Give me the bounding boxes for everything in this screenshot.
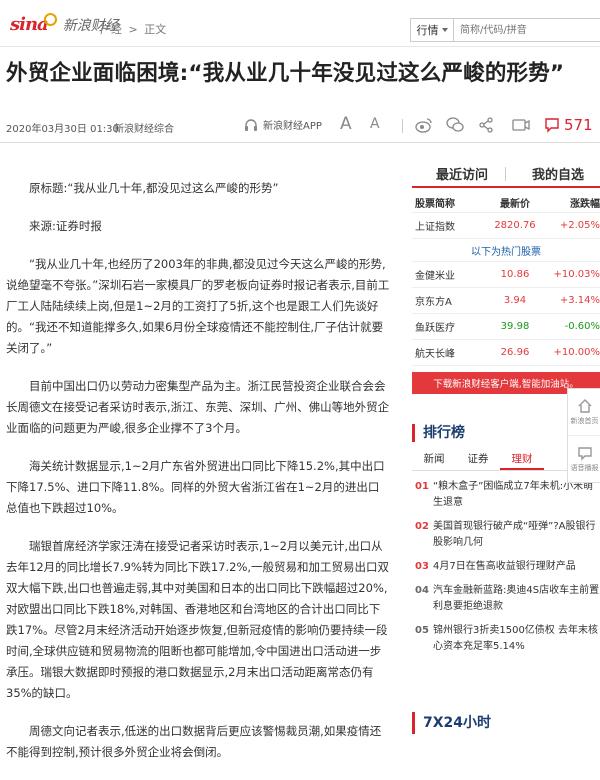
quote-search: 行情 [410, 18, 600, 42]
stock-name: 金健米业 [415, 271, 455, 282]
audio-tool-button[interactable]: 语音播报 [568, 436, 600, 482]
tool-label: 语音播报 [570, 464, 599, 472]
rank-number: 04 [415, 585, 429, 596]
app-label: 新浪财经APP [263, 121, 322, 132]
tab-news[interactable]: 新闻 [412, 448, 456, 470]
search-type-select[interactable]: 行情 [411, 19, 454, 41]
tab-watchlist[interactable]: 我的自选 [532, 164, 584, 183]
feedback-icon [577, 447, 592, 461]
collect-icon[interactable] [512, 117, 530, 136]
breadcrumb-separator: > [128, 23, 138, 36]
stock-change: +3.14% [559, 295, 600, 306]
wechat-share-icon[interactable] [446, 117, 464, 136]
rank-headline: 4月7日在售高收益银行理财产品 [433, 561, 576, 572]
breadcrumb: 产经 > 正文 [100, 21, 169, 37]
table-row[interactable]: 鱼跃医疗 39.98 -0.60% [412, 314, 600, 340]
stock-change: +10.03% [553, 269, 600, 280]
list-item[interactable]: 03 4月7日在售高收益银行理财产品 [412, 551, 600, 575]
table-row[interactable]: 金健米业 10.86 +10.03% [412, 262, 600, 288]
article-paragraph: 瑞银首席经济学家汪涛在接受记者采访时表示,1~2月以美元计,出口从去年12月的同… [6, 539, 390, 700]
rank-number: 03 [415, 561, 429, 572]
stock-price: 3.94 [503, 295, 527, 306]
weibo-share-icon[interactable] [415, 117, 433, 136]
article-paragraph: 来源:证券时报 [29, 219, 102, 233]
tool-label: 新浪首页 [570, 417, 599, 425]
hot-stocks-label: 以下为热门股票 [412, 239, 600, 262]
rank-number: 01 [415, 481, 429, 492]
logo-text: sina [10, 14, 49, 35]
stock-name: 航天长峰 [415, 349, 455, 360]
article-paragraph: 海关统计数据显示,1~2月广东省外贸进出口同比下降15.2%,其中出口下降17.… [6, 459, 385, 515]
col-price-header: 最新价 [500, 198, 530, 210]
rank-number: 05 [415, 625, 429, 636]
font-smaller-icon[interactable]: A [370, 116, 380, 132]
floating-toolbar: 新浪首页 语音播报 [567, 388, 600, 483]
article-body: 原标题:“我从业几十年,都没见过这么严峻的形势” 来源:证券时报 “我从业几十年… [6, 178, 390, 780]
hot-stock-list: 金健米业 10.86 +10.03% 京东方A 3.94 +3.14% 鱼跃医疗 39.98 -… [412, 262, 600, 366]
article-source[interactable]: 新浪财经综合 [114, 120, 174, 135]
stock-price: 2820.76 [494, 220, 536, 231]
article-paragraph: 原标题:“我从业几十年,都没见过这么严峻的形势” [29, 181, 279, 195]
breadcrumb-item-body[interactable]: 正文 [144, 23, 166, 36]
headphones-icon [245, 118, 257, 131]
rank-headline: 美国首现银行破产成“哑弹”?A股银行股影响几何 [433, 521, 596, 548]
search-type-label: 行情 [416, 24, 439, 37]
list-item[interactable]: 04 汽车金融新蓝路:奥迪4S店收车主前置利息要拒绝退款 [412, 575, 600, 615]
stock-price: 26.96 [500, 347, 530, 358]
meta-divider [402, 119, 403, 133]
stock-price: 39.98 [500, 321, 530, 332]
comment-count: 571 [564, 116, 593, 134]
breadcrumb-item-industry[interactable]: 产经 [100, 23, 122, 36]
logo-eye-icon [43, 13, 57, 26]
stock-price: 10.86 [500, 269, 530, 280]
article-paragraph: 周德文向记者表示,低迷的出口数据背后更应该警惕裁员潮,如果疫情还不能得到控制,预… [6, 724, 382, 759]
article-paragraph: 目前中国出口仍以劳动力密集型产品为主。浙江民营投资企业联合会会长周德文在接受记者… [6, 379, 390, 435]
col-change-header: 涨跌幅 [570, 198, 600, 210]
stock-change: -0.60% [564, 321, 600, 332]
stock-name: 京东方A [415, 297, 452, 308]
list-item[interactable]: 05 锦州银行3折卖1500亿债权 去年末核心资本充足率5.14% [412, 615, 600, 655]
rank-headline: “粮木盒子”困临成立7年未机:小米萌生退意 [433, 481, 594, 508]
search-input[interactable] [454, 20, 600, 40]
col-name-header: 股票简称 [415, 198, 455, 210]
tab-divider [505, 167, 506, 181]
rank-headline: 锦州银行3折卖1500亿债权 去年末核心资本充足率5.14% [433, 625, 598, 652]
app-link[interactable]: 新浪财经APP [244, 117, 322, 132]
table-row[interactable]: 上证指数 2820.76 +2.05% [412, 213, 600, 239]
stock-change: +2.05% [559, 220, 600, 231]
tab-wealth[interactable]: 理财 [500, 448, 544, 470]
tab-recent[interactable]: 最近访问 [436, 164, 488, 183]
table-row[interactable]: 京东方A 3.94 +3.14% [412, 288, 600, 314]
stock-name: 鱼跃医疗 [415, 323, 455, 334]
list-item[interactable]: 02 美国首现银行破产成“哑弹”?A股银行股影响几何 [412, 511, 600, 551]
article-paragraph: “我从业几十年,也经历了2003年的非典,都没见过今天这么严峻的形势,说绝望毫不… [6, 257, 390, 355]
stock-table-header: 股票简称 最新价 涨跌幅 [412, 192, 600, 213]
rank-headline: 汽车金融新蓝路:奥迪4S店收车主前置利息要拒绝退款 [433, 585, 600, 612]
stock-tabs: 最近访问 我的自选 [412, 158, 600, 188]
article-meta-bar: 2020年03月30日 01:30 新浪财经综合 新浪财经APP A A 571 [0, 110, 600, 143]
ranking-list: 01 “粮木盒子”困临成立7年未机:小米萌生退意 02 美国首现银行破产成“哑弹”?A… [412, 471, 600, 655]
publish-date: 2020年03月30日 01:30 [6, 124, 119, 135]
chevron-down-icon [441, 28, 448, 32]
top-nav: sina 新浪财经 产经 > 正文 行情 [0, 0, 600, 47]
table-row[interactable]: 航天长峰 26.96 +10.00% [412, 340, 600, 366]
share-icon[interactable] [478, 117, 494, 136]
font-larger-icon[interactable]: A [340, 114, 352, 134]
live-24h-title: 7X24小时 [412, 712, 600, 734]
tab-securities[interactable]: 证券 [456, 448, 500, 470]
comment-icon [545, 118, 559, 133]
home-icon [578, 399, 591, 413]
comments-link[interactable]: 571 [544, 116, 593, 134]
stock-change: +10.00% [553, 347, 600, 358]
stock-name: 上证指数 [415, 222, 455, 233]
article-title: 外贸企业面临困境:“我从业几十年没见过这么严峻的形势” [6, 61, 565, 86]
home-tool-button[interactable]: 新浪首页 [568, 389, 600, 436]
rank-number: 02 [415, 521, 429, 532]
